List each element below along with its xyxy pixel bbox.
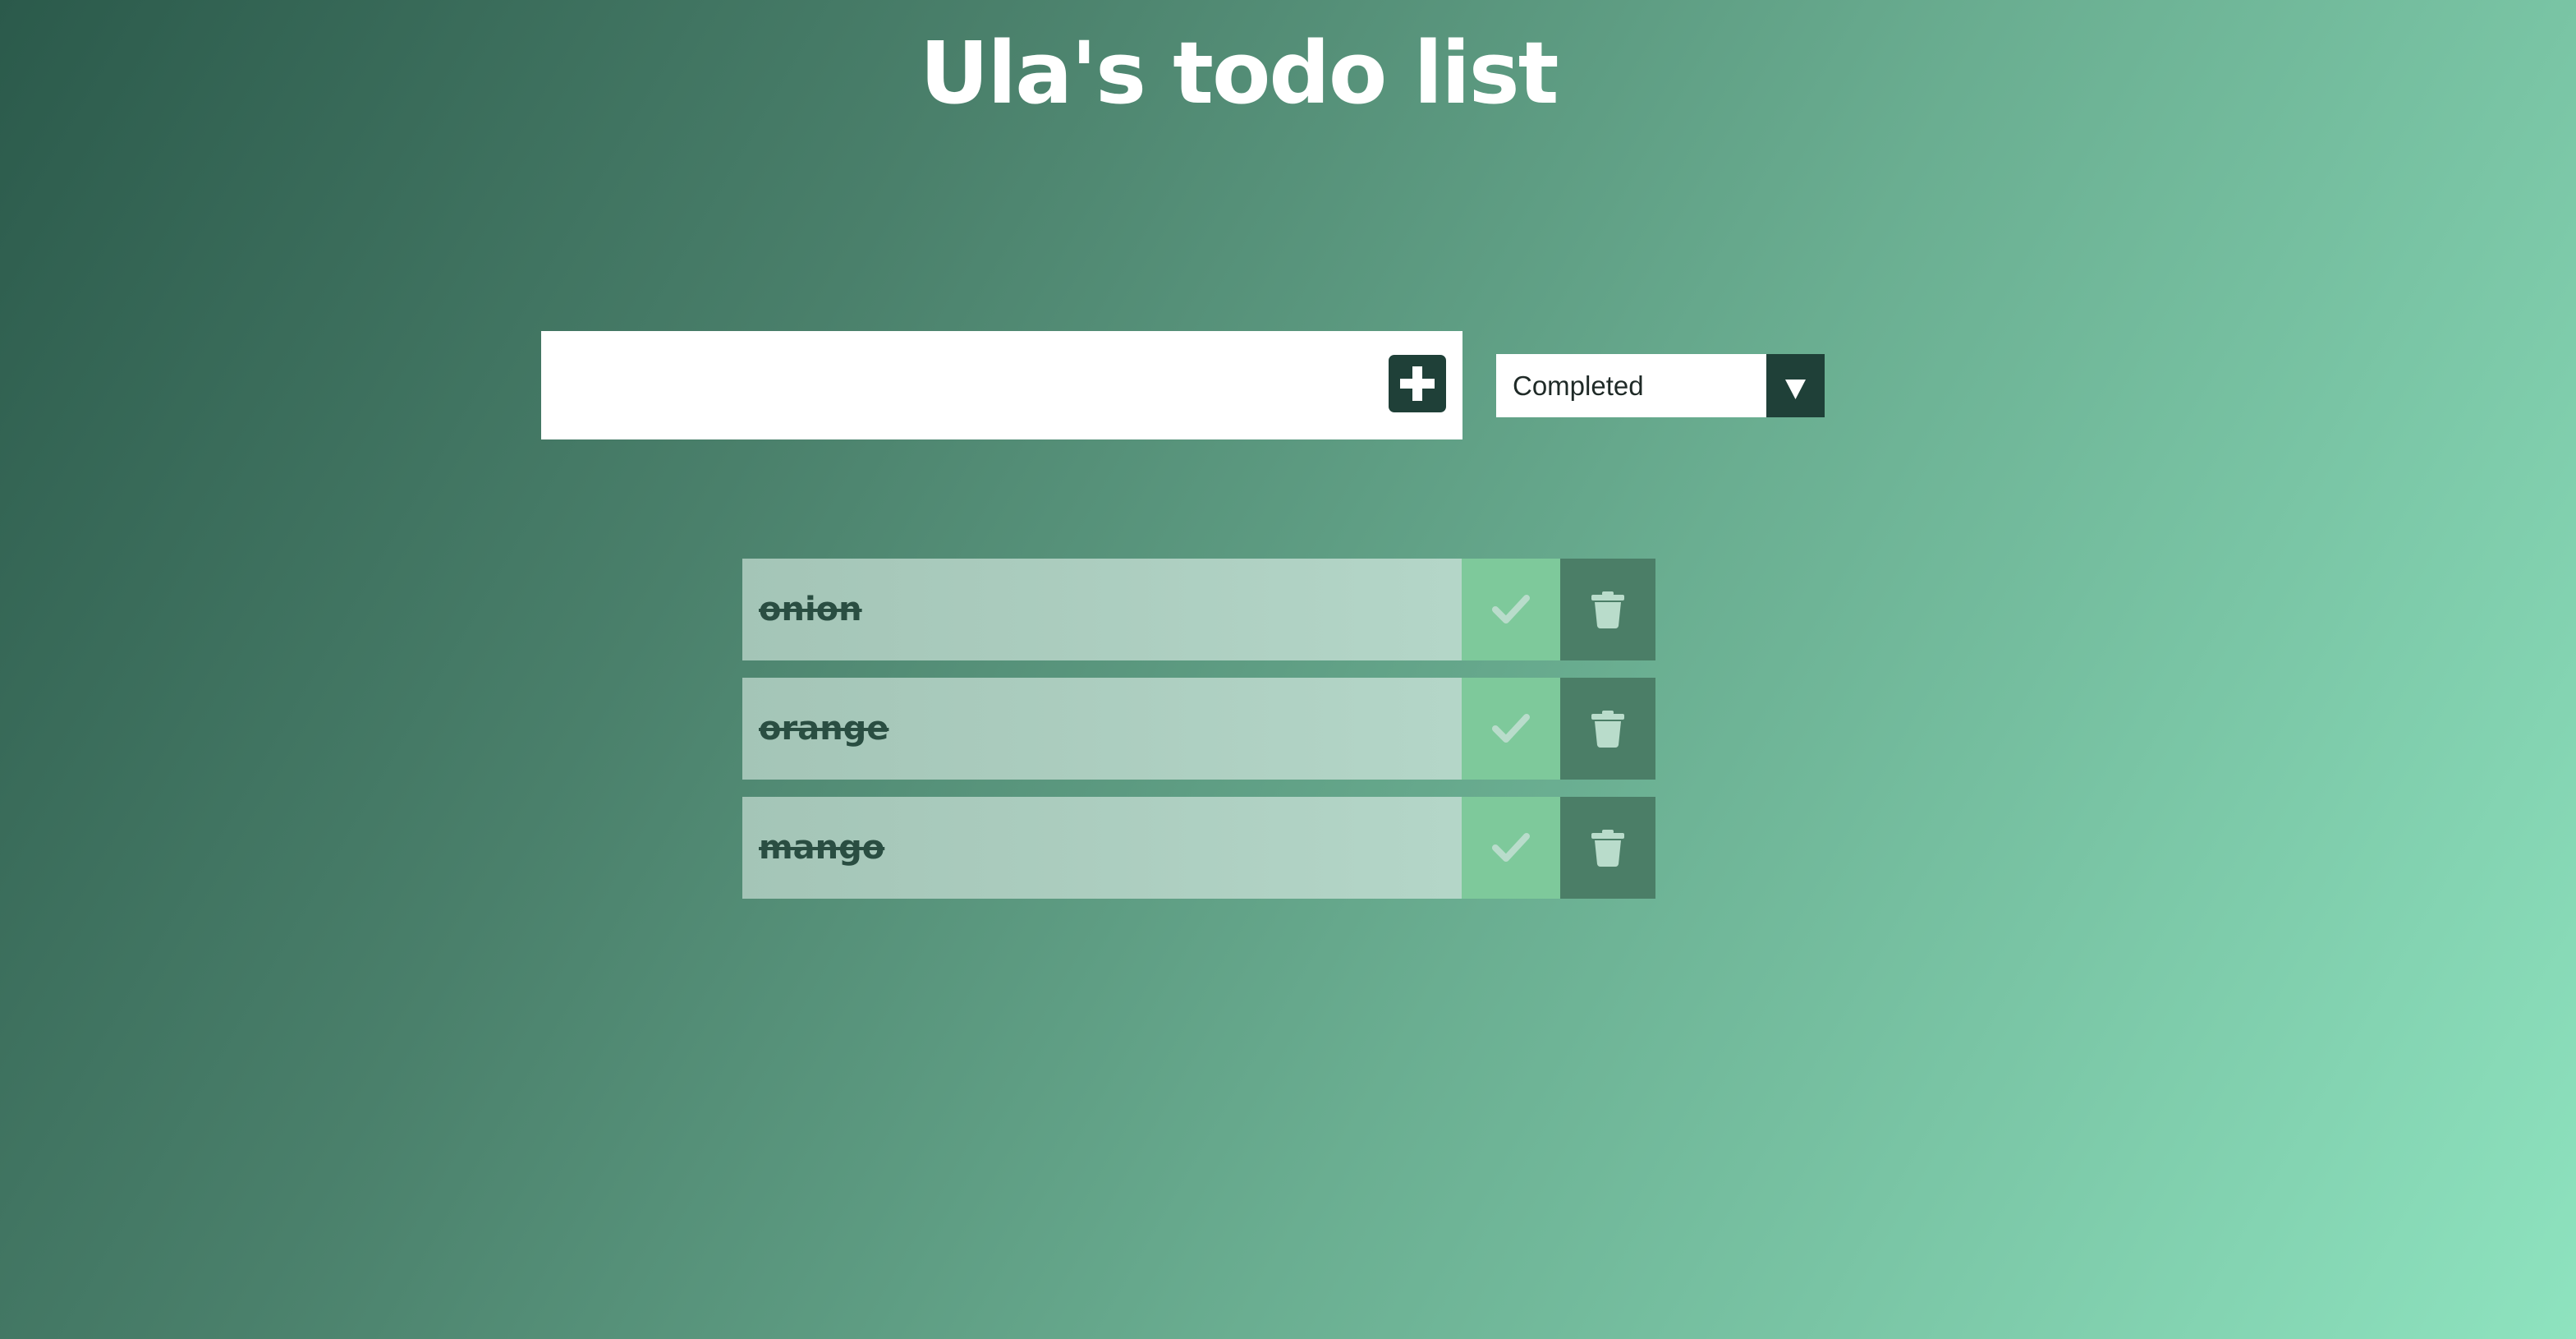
delete-button[interactable] — [1560, 797, 1655, 899]
complete-button[interactable] — [1462, 678, 1560, 780]
add-todo-button[interactable] — [1389, 355, 1446, 412]
delete-button[interactable] — [1560, 559, 1655, 660]
todo-text: orange — [742, 678, 1462, 780]
todo-text: mango — [742, 797, 1462, 899]
trash-icon — [1591, 711, 1624, 748]
todo-item: mango — [742, 797, 1655, 899]
triangle-down-icon — [1785, 380, 1806, 399]
filter-dropdown-arrow[interactable] — [1766, 354, 1825, 417]
todo-form — [541, 331, 1462, 439]
filter-select[interactable]: Completed — [1496, 354, 1825, 417]
todo-list: onion orange mango — [742, 559, 1655, 916]
complete-button[interactable] — [1462, 559, 1560, 660]
check-icon — [1492, 714, 1530, 743]
todo-item: orange — [742, 678, 1655, 780]
delete-button[interactable] — [1560, 678, 1655, 780]
todo-input[interactable] — [541, 331, 1362, 439]
check-icon — [1492, 833, 1530, 862]
filter-selected-value: Completed — [1513, 370, 1644, 401]
trash-icon — [1591, 591, 1624, 628]
plus-icon — [1400, 366, 1435, 401]
complete-button[interactable] — [1462, 797, 1560, 899]
trash-icon — [1591, 830, 1624, 867]
todo-item: onion — [742, 559, 1655, 660]
todo-text: onion — [742, 559, 1462, 660]
page-title: Ula's todo list — [920, 23, 1559, 123]
check-icon — [1492, 595, 1530, 623]
